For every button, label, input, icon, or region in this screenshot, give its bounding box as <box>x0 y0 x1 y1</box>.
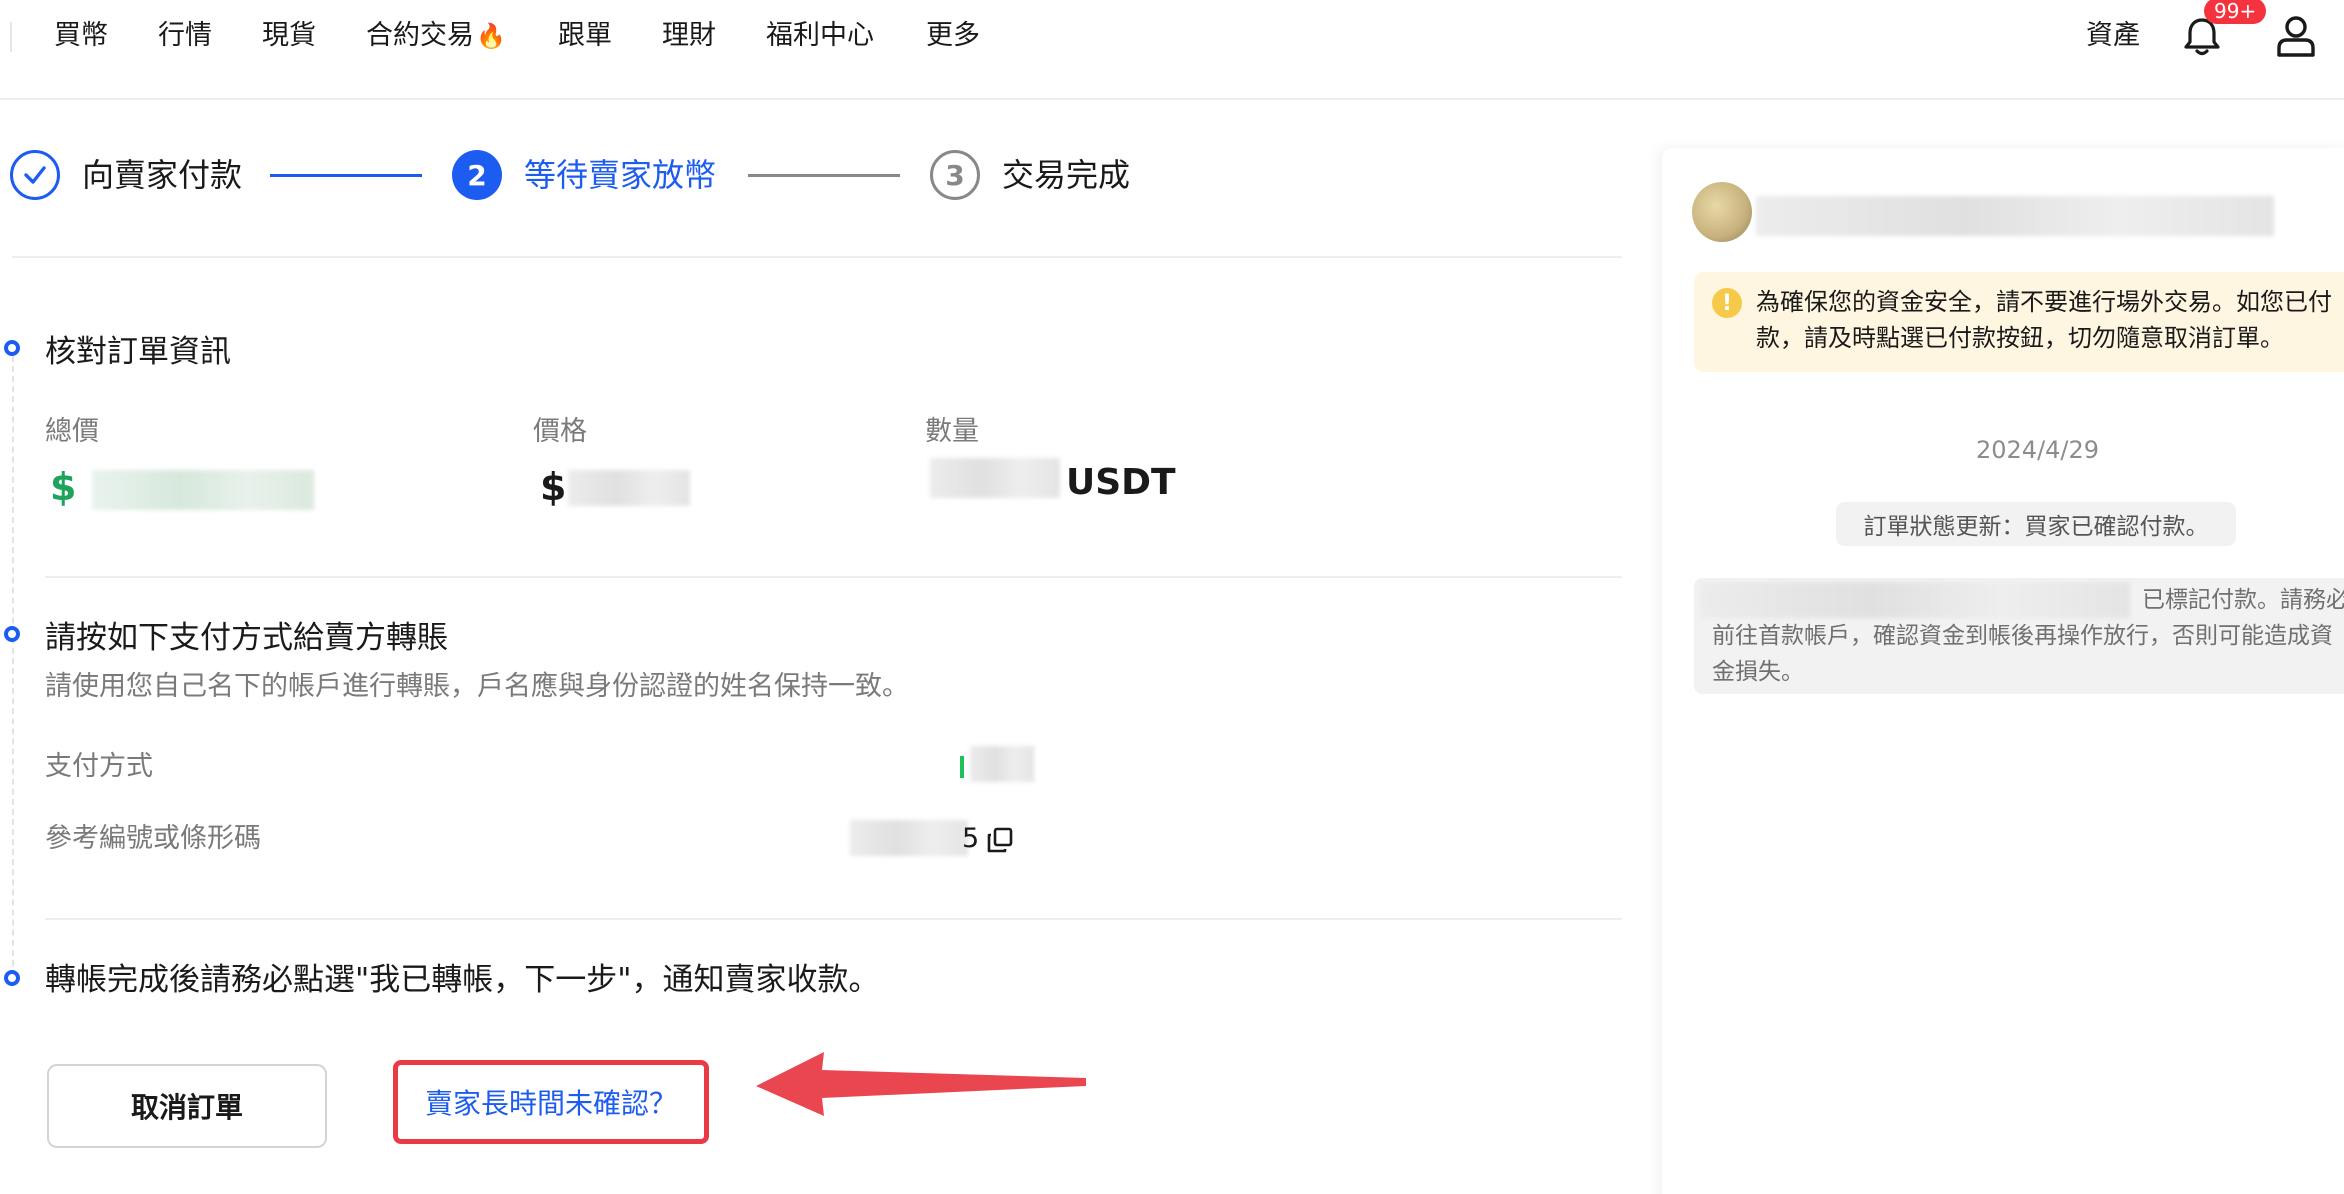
divider <box>12 256 1622 258</box>
nav-buy-crypto[interactable]: 買幣 <box>54 16 108 56</box>
nav-more[interactable]: 更多 <box>926 16 980 56</box>
check-icon <box>10 150 60 200</box>
chat-message-redacted <box>1700 582 2130 618</box>
divider <box>45 918 1622 920</box>
total-price-label: 總價 <box>45 416 99 447</box>
step-wait-release: 2 等待賣家放幣 <box>452 150 716 200</box>
quantity-value-redacted <box>930 458 1060 498</box>
step-complete: 3 交易完成 <box>930 150 1130 200</box>
step-label: 向賣家付款 <box>82 156 243 194</box>
price-label: 價格 <box>533 416 587 447</box>
payment-method-value-redacted <box>970 746 1034 782</box>
notification-badge: 99+ <box>2204 0 2267 24</box>
highlight-box: 賣家長時間未確認？ <box>393 1060 709 1144</box>
nav-market[interactable]: 行情 <box>158 16 212 56</box>
reference-value-redacted <box>850 820 968 856</box>
step-connector <box>270 174 422 177</box>
nav-earn[interactable]: 理財 <box>662 16 716 56</box>
price-value-redacted <box>568 470 690 506</box>
quantity-label: 數量 <box>925 416 979 447</box>
nav-futures[interactable]: 合約交易🔥 <box>366 16 506 56</box>
timeline-dot <box>4 340 20 356</box>
confirm-instruction: 轉帳完成後請務必點選"我已轉帳，下一步"，通知賣家收款。 <box>45 962 880 998</box>
quantity-unit: USDT <box>1066 462 1176 503</box>
payment-subtitle: 請使用您自己名下的帳戶進行轉賬，戶名應與身份認證的姓名保持一致。 <box>45 671 909 702</box>
step-pay-seller: 向賣家付款 <box>10 150 242 200</box>
nav-futures-label: 合約交易 <box>366 20 474 51</box>
nav-assets[interactable]: 資產 <box>2086 16 2140 56</box>
step-label: 交易完成 <box>1002 156 1131 194</box>
reference-value-tail: 5 <box>962 823 980 854</box>
nav-copy-trading[interactable]: 跟單 <box>558 16 612 56</box>
avatar[interactable] <box>1692 182 1752 242</box>
total-price-value-redacted <box>92 470 314 510</box>
price-currency: $ <box>540 465 567 509</box>
status-update-message: 訂單狀態更新：買家已確認付款。 <box>1836 502 2236 546</box>
payment-method-indicator <box>960 756 964 778</box>
step-connector <box>748 174 900 177</box>
copy-icon[interactable] <box>986 826 1014 854</box>
payment-title: 請按如下支付方式給賣方轉賬 <box>45 620 448 656</box>
chat-message-line2: 前往首款帳戶，確認資金到帳後再操作放行，否則可能造成資金損失。 <box>1712 623 2333 685</box>
fire-icon: 🔥 <box>476 22 506 50</box>
chat-message-line1: 已標記付款。請務必 <box>2142 587 2344 613</box>
arrow-annotation-icon <box>756 1052 1086 1116</box>
chat-date: 2024/4/29 <box>1976 436 2100 464</box>
nav-rewards-center[interactable]: 福利中心 <box>766 16 874 56</box>
user-icon[interactable] <box>2272 12 2320 60</box>
payment-method-label: 支付方式 <box>45 751 153 782</box>
step-number: 3 <box>930 150 980 200</box>
step-label: 等待賣家放幣 <box>524 156 717 194</box>
nav-divider <box>10 22 12 52</box>
reference-label: 參考編號或條形碼 <box>45 823 261 854</box>
warning-icon: ! <box>1712 288 1742 318</box>
total-price-currency: $ <box>50 465 77 509</box>
timeline-dot <box>4 626 20 642</box>
order-info-title: 核對訂單資訊 <box>45 334 231 370</box>
step-number: 2 <box>452 150 502 200</box>
top-navigation: 買幣 行情 現貨 合約交易🔥 跟單 理財 福利中心 更多 資產 99+ <box>0 0 2344 100</box>
divider <box>45 576 1622 578</box>
timeline-line <box>12 356 14 986</box>
timeline-dot <box>4 970 20 986</box>
counterparty-name-redacted <box>1756 196 2274 236</box>
seller-unconfirmed-link[interactable]: 賣家長時間未確認？ <box>425 1082 677 1122</box>
security-warning-text: 為確保您的資金安全，請不要進行場外交易。如您已付款，請及時點選已付款按鈕，切勿隨… <box>1756 288 2332 352</box>
nav-spot[interactable]: 現貨 <box>262 16 316 56</box>
cancel-order-button[interactable]: 取消訂單 <box>47 1064 327 1148</box>
